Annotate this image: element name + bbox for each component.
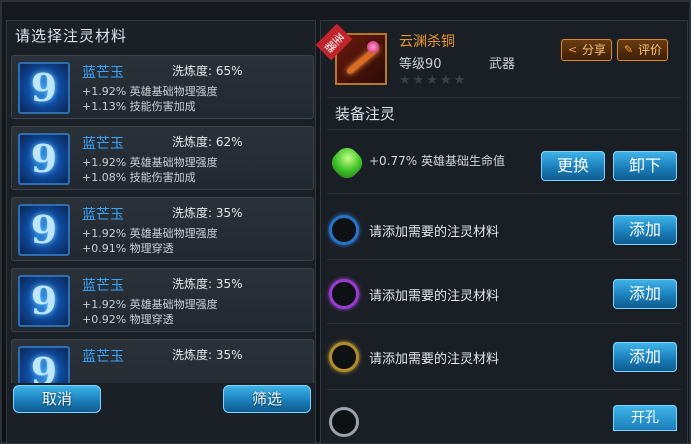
material-stat: +1.92% 英雄基础物理强度 bbox=[82, 85, 218, 98]
equipment-panel: 圣器 云渊杀铜 等级90 武器 ★★★★★ < 分享 ✎ 评价 装备注灵 +0.… bbox=[315, 20, 688, 444]
divider bbox=[327, 389, 681, 390]
material-select-panel: 请选择注灵材料 9 蓝芒玉 洗炼度: 65% +1.92% 英雄基础物理强度 +… bbox=[6, 20, 316, 444]
share-icon: < bbox=[567, 43, 578, 56]
replace-button[interactable]: 更换 bbox=[541, 151, 605, 181]
blue-gem-icon: 9 bbox=[18, 275, 70, 327]
material-item[interactable]: 9 蓝芒玉 洗炼度: 35% bbox=[11, 339, 314, 383]
divider bbox=[327, 193, 681, 194]
material-refine: 洗炼度: 35% bbox=[172, 277, 243, 291]
gem-icon bbox=[367, 41, 379, 53]
share-label: 分享 bbox=[582, 43, 607, 57]
material-name: 蓝芒玉 bbox=[82, 207, 124, 223]
open-slot-button[interactable]: 开孔 bbox=[613, 405, 677, 431]
empty-slot-text: 请添加需要的注灵材料 bbox=[369, 352, 500, 367]
material-refine: 洗炼度: 35% bbox=[172, 348, 243, 362]
material-stat: +1.92% 英雄基础物理强度 bbox=[82, 298, 218, 311]
star-rating: ★★★★★ bbox=[399, 73, 468, 88]
material-list[interactable]: 9 蓝芒玉 洗炼度: 65% +1.92% 英雄基础物理强度 +1.13% 技能… bbox=[11, 53, 316, 383]
weapon-level: 等级90 bbox=[399, 57, 442, 72]
material-stat: +0.92% 物理穿透 bbox=[82, 313, 174, 326]
divider bbox=[327, 129, 681, 130]
material-name: 蓝芒玉 bbox=[82, 278, 124, 294]
divider bbox=[327, 259, 681, 260]
material-item[interactable]: 9 蓝芒玉 洗炼度: 65% +1.92% 英雄基础物理强度 +1.13% 技能… bbox=[11, 55, 314, 119]
filter-button[interactable]: 筛选 bbox=[223, 385, 311, 413]
section-title: 装备注灵 bbox=[335, 105, 396, 123]
review-button[interactable]: ✎ 评价 bbox=[617, 39, 669, 61]
game-window: 请选择注灵材料 9 蓝芒玉 洗炼度: 65% +1.92% 英雄基础物理强度 +… bbox=[0, 0, 691, 444]
edit-icon: ✎ bbox=[623, 43, 634, 56]
empty-slot-text: 请添加需要的注灵材料 bbox=[369, 225, 500, 240]
weapon-name: 云渊杀铜 bbox=[399, 34, 455, 50]
material-refine: 洗炼度: 62% bbox=[172, 135, 243, 149]
material-stat: +0.91% 物理穿透 bbox=[82, 242, 174, 255]
cancel-button[interactable]: 取消 bbox=[13, 385, 101, 413]
empty-slot-icon[interactable] bbox=[329, 215, 359, 245]
material-panel-title: 请选择注灵材料 bbox=[15, 27, 128, 45]
weapon-type: 武器 bbox=[489, 57, 516, 72]
empty-slot-icon[interactable] bbox=[329, 279, 359, 309]
material-name: 蓝芒玉 bbox=[82, 136, 124, 152]
material-item[interactable]: 9 蓝芒玉 洗炼度: 35% +1.92% 英雄基础物理强度 +0.92% 物理… bbox=[11, 268, 314, 332]
empty-slot-icon[interactable] bbox=[329, 342, 359, 372]
blue-gem-icon: 9 bbox=[18, 62, 70, 114]
lock-slot-icon[interactable] bbox=[329, 407, 359, 437]
blue-gem-icon: 9 bbox=[18, 346, 70, 383]
material-item[interactable]: 9 蓝芒玉 洗炼度: 62% +1.92% 英雄基础物理强度 +1.08% 技能… bbox=[11, 126, 314, 190]
green-gem-icon[interactable] bbox=[327, 143, 367, 183]
material-name: 蓝芒玉 bbox=[82, 349, 124, 365]
review-label: 评价 bbox=[638, 43, 663, 57]
add-button[interactable]: 添加 bbox=[613, 342, 677, 372]
slot-stat: +0.77% 英雄基础生命值 bbox=[369, 154, 505, 168]
share-button[interactable]: < 分享 bbox=[561, 39, 613, 61]
material-item[interactable]: 9 蓝芒玉 洗炼度: 35% +1.92% 英雄基础物理强度 +0.91% 物理… bbox=[11, 197, 314, 261]
material-name: 蓝芒玉 bbox=[82, 65, 124, 81]
unload-button[interactable]: 卸下 bbox=[613, 151, 677, 181]
add-button[interactable]: 添加 bbox=[613, 279, 677, 309]
material-stat: +1.92% 英雄基础物理强度 bbox=[82, 156, 218, 169]
material-stat: +1.92% 英雄基础物理强度 bbox=[82, 227, 218, 240]
material-stat: +1.13% 技能伤害加成 bbox=[82, 100, 196, 113]
divider bbox=[327, 323, 681, 324]
material-refine: 洗炼度: 65% bbox=[172, 64, 243, 78]
add-button[interactable]: 添加 bbox=[613, 215, 677, 245]
blue-gem-icon: 9 bbox=[18, 204, 70, 256]
empty-slot-text: 请添加需要的注灵材料 bbox=[369, 289, 500, 304]
blue-gem-icon: 9 bbox=[18, 133, 70, 185]
material-stat: +1.08% 技能伤害加成 bbox=[82, 171, 196, 184]
divider bbox=[327, 97, 681, 98]
material-refine: 洗炼度: 35% bbox=[172, 206, 243, 220]
